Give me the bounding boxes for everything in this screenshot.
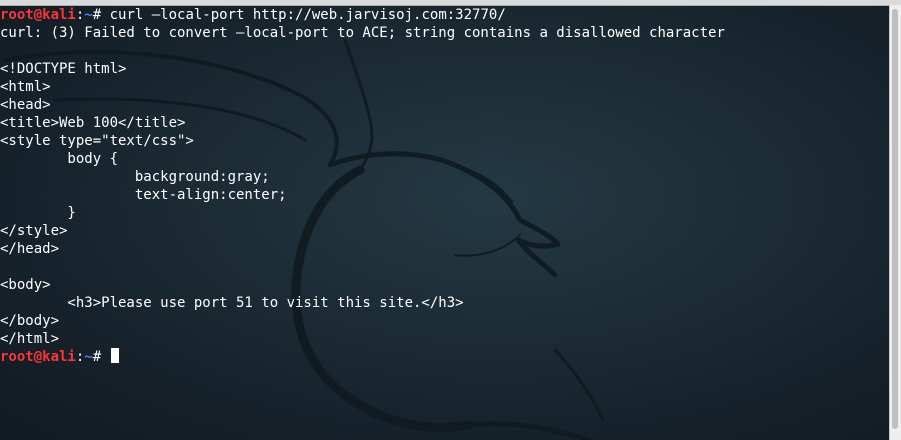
output-line: </html> (0, 330, 885, 348)
output-line: <body> (0, 276, 885, 294)
terminal-window[interactable]: root@kali:~# curl —local-port http://web… (0, 0, 901, 440)
output-text: <title>Web 100</title> (0, 115, 186, 131)
output-line: <title>Web 100</title> (0, 114, 885, 132)
output-text: curl: (3) Failed to convert —local-port … (0, 25, 725, 41)
prompt-path: ~ (84, 349, 93, 365)
output-text: <style type="text/css"> (0, 133, 194, 149)
text-cursor[interactable] (110, 348, 119, 363)
output-text: } (0, 205, 76, 221)
output-line: <!DOCTYPE html> (0, 60, 885, 78)
prompt-symbol: # (92, 7, 110, 23)
output-text: text-align:center; (0, 187, 287, 203)
output-text: </body> (0, 313, 60, 329)
prompt-line: root@kali:~# curl —local-port http://web… (0, 6, 885, 24)
output-line: background:gray; (0, 168, 885, 186)
output-text: <html> (0, 79, 51, 95)
output-line: curl: (3) Failed to convert —local-port … (0, 24, 885, 42)
output-text: body { (0, 151, 119, 167)
output-line: <style type="text/css"> (0, 132, 885, 150)
output-line: <h3>Please use port 51 to visit this sit… (0, 294, 885, 312)
output-text: </style> (0, 223, 68, 239)
output-line: } (0, 204, 885, 222)
output-text: <body> (0, 277, 51, 293)
output-line: text-align:center; (0, 186, 885, 204)
output-line: <html> (0, 78, 885, 96)
terminal-output[interactable]: root@kali:~# curl —local-port http://web… (0, 6, 885, 366)
vertical-scrollbar[interactable] (889, 5, 901, 440)
prompt-user: root@kali (0, 7, 76, 23)
output-text: </html> (0, 331, 60, 347)
prompt-symbol: # (92, 349, 110, 365)
output-text: <!DOCTYPE html> (0, 61, 127, 77)
prompt-user: root@kali (0, 349, 76, 365)
output-text: <head> (0, 97, 51, 113)
output-line: <head> (0, 96, 885, 114)
scrollbar-thumb[interactable] (892, 9, 898, 429)
command-text: curl —local-port http://web.jarvisoj.com… (109, 7, 506, 23)
output-line: </head> (0, 240, 885, 258)
prompt-line: root@kali:~# (0, 348, 885, 366)
prompt-path: ~ (84, 7, 93, 23)
output-line: </body> (0, 312, 885, 330)
output-text: </head> (0, 241, 60, 257)
output-text: <h3>Please use port 51 to visit this sit… (0, 295, 464, 311)
output-line: </style> (0, 222, 885, 240)
output-text: background:gray; (0, 169, 270, 185)
output-line: body { (0, 150, 885, 168)
